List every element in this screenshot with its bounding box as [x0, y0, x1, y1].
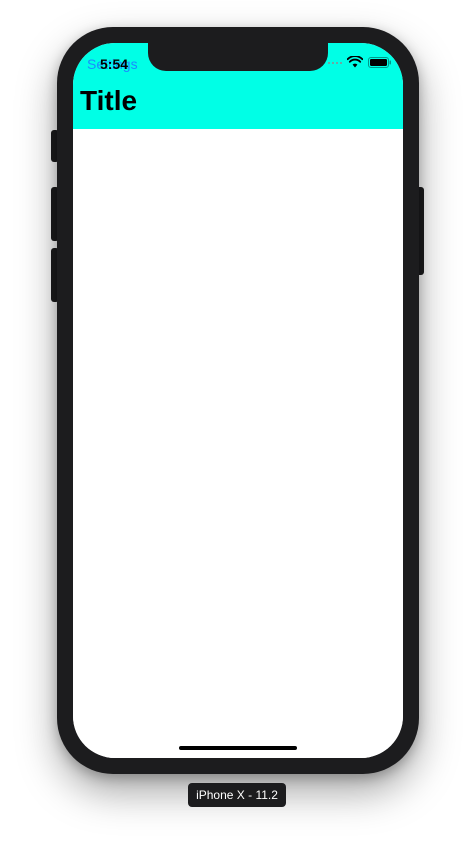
page-title: Title: [80, 85, 138, 116]
device-notch: [148, 43, 328, 71]
simulator-stage: Settings 5:54 Title iPhone X - 11.2: [0, 0, 474, 842]
cellular-signal-icon: [328, 62, 342, 64]
battery-icon: [368, 57, 391, 68]
navigation-bar: Settings 5:54 Title: [73, 43, 403, 129]
home-indicator[interactable]: [179, 746, 297, 750]
status-time: 5:54: [100, 56, 129, 72]
device-frame: Settings 5:54 Title: [57, 27, 419, 774]
empty-content-area: [73, 129, 403, 758]
device-version-label: iPhone X - 11.2: [188, 783, 286, 807]
wifi-icon: [347, 56, 363, 68]
device-screen: Settings 5:54 Title: [73, 43, 403, 758]
